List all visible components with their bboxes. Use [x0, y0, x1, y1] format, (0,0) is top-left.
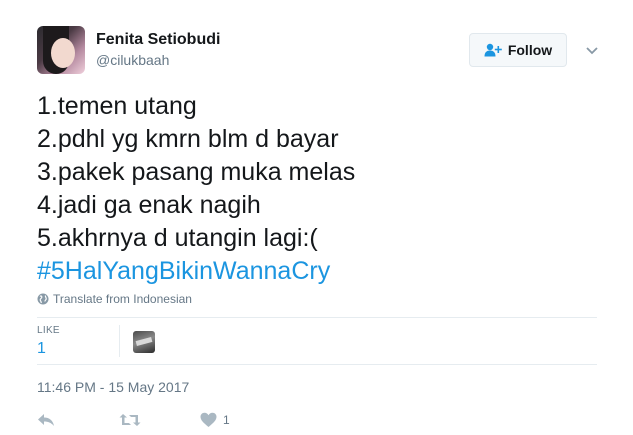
chevron-down-icon[interactable] [584, 42, 600, 58]
tweet-line: 4.jadi ga enak nagih [37, 191, 261, 219]
hashtag-link[interactable]: #5HalYangBikinWannaCry [37, 255, 597, 288]
tweet-timestamp[interactable]: 11:46 PM - 15 May 2017 [37, 379, 189, 395]
retweet-icon [119, 414, 141, 426]
tweet-line: 2.pdhl yg kmrn blm d bayar [37, 125, 339, 153]
like-count: 1 [223, 413, 230, 427]
stats-separator [119, 325, 120, 357]
divider [37, 317, 597, 318]
reply-icon [38, 414, 54, 426]
retweet-button[interactable] [119, 412, 141, 428]
tweet-text: 1.temen utang 2.pdhl yg kmrn blm d bayar… [37, 90, 597, 288]
avatar[interactable] [37, 26, 85, 74]
user-handle[interactable]: @cilukbaah [96, 52, 169, 68]
liker-avatar[interactable] [133, 331, 155, 353]
user-name[interactable]: Fenita Setiobudi [96, 31, 220, 49]
translate-label: Translate from Indonesian [53, 292, 192, 306]
translate-link[interactable]: Translate from Indonesian [37, 292, 192, 306]
follow-button-label: Follow [507, 42, 553, 58]
avatar-face [51, 38, 75, 68]
like-button[interactable]: 1 [200, 412, 230, 428]
heart-icon [200, 412, 217, 427]
globe-icon [37, 293, 49, 305]
follow-button[interactable]: Follow [469, 33, 567, 67]
add-user-icon [484, 43, 502, 57]
likes-count[interactable]: 1 [37, 340, 46, 358]
reply-button[interactable] [37, 412, 55, 428]
tweet-line: 5.akhrnya d utangin lagi:( [37, 224, 318, 252]
tweet-line: 3.pakek pasang muka melas [37, 158, 356, 186]
tweet-line: 1.temen utang [37, 92, 197, 120]
likes-label: LIKE [37, 325, 60, 336]
divider [37, 364, 597, 365]
